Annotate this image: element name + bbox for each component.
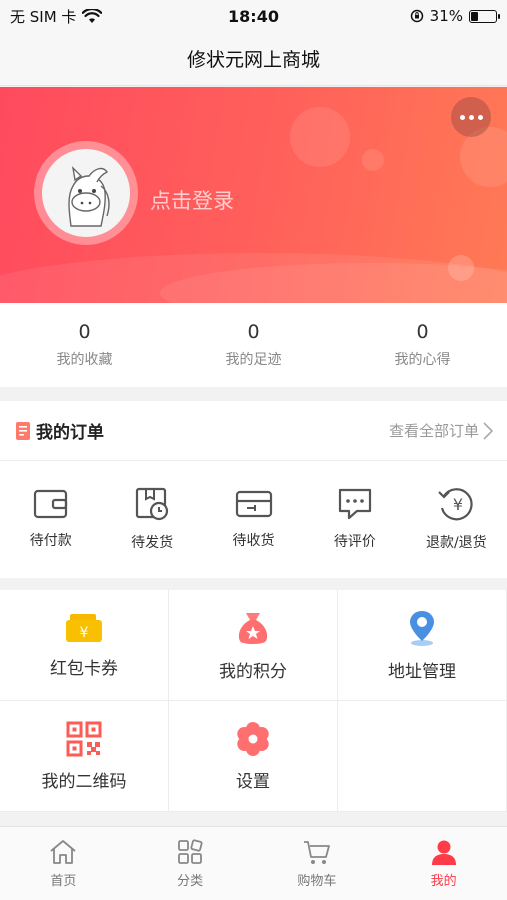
order-status-row: 待付款 待发货 待收货 待评价 ¥ 退款/退货 — [0, 461, 507, 577]
feature-address[interactable]: 地址管理 — [338, 590, 507, 701]
gear-icon — [237, 721, 269, 756]
order-label: 待评价 — [333, 534, 376, 550]
coupon-icon: ¥ — [66, 613, 102, 642]
stat-reviews[interactable]: 0 我的心得 — [338, 303, 507, 387]
user-icon — [431, 840, 456, 865]
stat-value: 0 — [78, 321, 91, 343]
horse-avatar-icon — [42, 149, 130, 237]
order-list-icon — [16, 421, 30, 440]
tab-home[interactable]: 首页 — [0, 827, 127, 900]
tab-category[interactable]: 分类 — [127, 827, 254, 900]
orders-header: 我的订单 查看全部订单 — [0, 401, 507, 461]
status-right: 31% — [327, 7, 500, 25]
order-pending-shipment[interactable]: 待发货 — [101, 461, 202, 577]
order-label: 待发货 — [131, 535, 174, 551]
stat-label: 我的心得 — [394, 352, 451, 368]
more-button[interactable] — [451, 97, 491, 137]
feature-settings[interactable]: 设置 — [169, 701, 338, 812]
stats-bar: 0 我的收藏 0 我的足迹 0 我的心得 — [0, 303, 507, 387]
order-pending-review[interactable]: 待评价 — [304, 461, 405, 577]
feature-grid: ¥ 红包卡券 我的积分 地址管理 我的二维码 设置 — [0, 590, 507, 812]
tab-mine[interactable]: 我的 — [380, 827, 507, 900]
feature-empty-cell — [338, 701, 507, 812]
orders-section: 我的订单 查看全部订单 待付款 待发货 待收货 待评价 ¥ 退款/退货 — [0, 401, 507, 578]
qr-code-icon — [66, 721, 102, 756]
page-title: 修状元网上商城 — [186, 49, 320, 71]
feature-label: 红包卡券 — [50, 658, 118, 679]
tab-label: 购物车 — [297, 874, 337, 889]
carrier-label: 无 SIM 卡 — [10, 7, 77, 26]
status-bar: 无 SIM 卡 18:40 31% — [0, 0, 507, 32]
stat-favorites[interactable]: 0 我的收藏 — [0, 303, 169, 387]
profile-banner: 点击登录 — [0, 87, 507, 303]
status-time: 18:40 — [228, 6, 279, 26]
card-icon — [235, 490, 272, 518]
money-bag-icon — [238, 612, 268, 644]
svg-text:¥: ¥ — [80, 625, 89, 641]
stat-value: 0 — [416, 321, 429, 343]
status-left: 无 SIM 卡 — [10, 6, 180, 27]
stat-value: 0 — [247, 321, 260, 343]
stat-label: 我的足迹 — [225, 352, 282, 368]
ellipsis-icon — [459, 114, 465, 120]
refund-yen-icon: ¥ — [438, 488, 473, 521]
cart-icon — [303, 841, 330, 864]
location-pin-icon — [410, 610, 434, 646]
order-label: 待收货 — [232, 533, 275, 549]
order-pending-payment[interactable]: 待付款 — [0, 461, 101, 577]
battery-icon — [469, 9, 500, 23]
decor-bubble — [362, 149, 384, 171]
nav-bar: 修状元网上商城 — [0, 32, 507, 86]
feature-label: 我的积分 — [219, 661, 287, 682]
stat-footprints[interactable]: 0 我的足迹 — [169, 303, 338, 387]
svg-text:¥: ¥ — [453, 495, 463, 514]
wallet-icon — [33, 489, 67, 519]
orders-title: 我的订单 — [36, 423, 104, 443]
tab-bar: 首页 分类 购物车 我的 — [0, 826, 507, 900]
order-label: 待付款 — [29, 533, 72, 549]
avatar[interactable] — [34, 141, 138, 245]
decor-bubble — [290, 107, 350, 167]
order-pending-receipt[interactable]: 待收货 — [203, 461, 304, 577]
orientation-lock-icon — [410, 9, 423, 23]
home-icon — [50, 840, 76, 864]
order-label: 退款/退货 — [425, 535, 487, 551]
tab-label: 首页 — [50, 874, 77, 889]
chevron-right-icon — [483, 421, 493, 440]
login-link[interactable]: 点击登录 — [150, 185, 234, 215]
feature-coupons[interactable]: ¥ 红包卡券 — [0, 590, 169, 701]
wifi-icon — [82, 8, 103, 23]
category-icon — [178, 839, 203, 864]
package-clock-icon — [136, 487, 169, 521]
feature-qr-code[interactable]: 我的二维码 — [0, 701, 169, 812]
feature-label: 设置 — [236, 771, 270, 792]
order-refund[interactable]: ¥ 退款/退货 — [406, 461, 507, 577]
tab-label: 我的 — [430, 874, 457, 889]
tab-cart[interactable]: 购物车 — [254, 827, 381, 900]
stat-label: 我的收藏 — [56, 352, 113, 368]
tab-label: 分类 — [177, 874, 204, 889]
view-all-label: 查看全部订单 — [388, 422, 479, 440]
comment-icon — [338, 488, 372, 520]
feature-label: 地址管理 — [388, 661, 456, 682]
feature-label: 我的二维码 — [41, 771, 127, 792]
view-all-orders-link[interactable]: 查看全部订单 — [389, 420, 493, 441]
feature-points[interactable]: 我的积分 — [169, 590, 338, 701]
battery-percent: 31% — [429, 7, 463, 25]
